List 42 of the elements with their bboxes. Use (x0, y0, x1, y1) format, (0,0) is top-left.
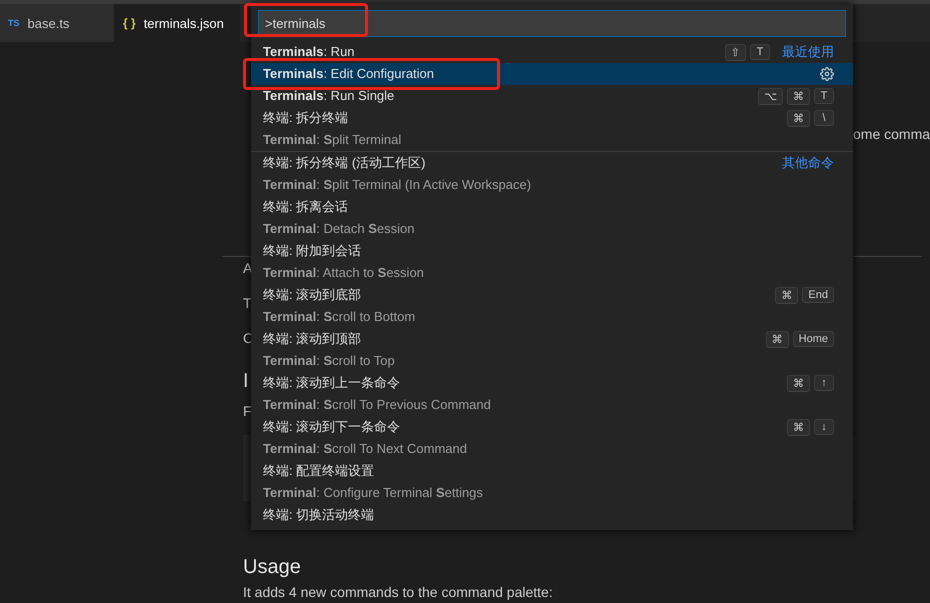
command-item[interactable]: 终端: 滚动到顶部 Terminal: Scroll to Top ⌘ Home (251, 328, 853, 372)
editor-tab[interactable]: TS base.ts (0, 4, 115, 42)
keybinding-key: T (814, 88, 834, 104)
command-item[interactable]: 终端: 拆分终端 (活动工作区) Terminal: Split Terminal (In Active Workspace) 其他命令 (251, 151, 853, 196)
keybinding-key: ⌘ (787, 374, 810, 392)
keybinding-key: \ (814, 110, 834, 126)
keybinding-key: ⇧ (724, 44, 746, 60)
keybinding-key: Home (792, 331, 834, 347)
command-item[interactable]: 终端: 拆分终端 Terminal: Split Terminal ⌘ \ (251, 107, 853, 151)
keybinding-key: ⌘ (787, 110, 810, 126)
keybinding-key: ⌘ (787, 418, 810, 436)
group-label: 其他命令 (782, 154, 834, 172)
keybinding-key: ⌘ (775, 286, 798, 304)
keybinding-key: ⌥ (758, 88, 783, 104)
keybinding-key: End (802, 287, 834, 303)
editor-tab[interactable]: { } terminals.json (115, 4, 240, 42)
command-item[interactable]: 终端: 附加到会话 Terminal: Attach to Session (251, 240, 853, 284)
typescript-icon: TS (8, 18, 20, 28)
command-input[interactable]: >terminals (258, 10, 846, 37)
paragraph-text: It adds 4 new commands to the command palette: (243, 585, 553, 599)
keybinding-key: ↓ (814, 419, 834, 435)
command-item[interactable]: Terminals: Run Single ⌥ ⌘ T (251, 85, 853, 107)
command-item[interactable]: 终端: 滚动到底部 Terminal: Scroll to Bottom ⌘ End (251, 284, 853, 328)
command-item[interactable]: 终端: 滚动到下一条命令 Terminal: Scroll To Next Command ⌘ ↓ (251, 416, 853, 460)
json-icon: { } (123, 16, 136, 30)
settings-icon[interactable] (820, 67, 834, 81)
keybinding-key: T (750, 44, 770, 60)
keybinding-key: ⌘ (766, 330, 789, 348)
command-item[interactable]: 终端: 切换活动终端 (251, 504, 853, 526)
keybinding-key: ⌘ (787, 88, 810, 104)
command-item[interactable]: Terminals: Edit Configuration (251, 63, 853, 85)
command-item[interactable]: 终端: 配置终端设置 Terminal: Configure Terminal Settings (251, 460, 853, 504)
paragraph-text: F (243, 403, 252, 419)
command-item[interactable]: 终端: 滚动到上一条命令 Terminal: Scroll To Previous Command ⌘ ↑ (251, 372, 853, 416)
section-heading: Usage (243, 556, 301, 579)
paragraph-text: T (243, 295, 252, 311)
keybinding-key: ↑ (814, 375, 834, 391)
section-heading: I (243, 370, 249, 392)
paragraph-text: ome comma (853, 126, 930, 142)
group-label: 最近使用 (782, 43, 834, 61)
command-item[interactable]: 终端: 拆离会话 Terminal: Detach Session (251, 196, 853, 240)
command-item[interactable]: Terminals: Run ⇧ T 最近使用 (251, 41, 853, 63)
